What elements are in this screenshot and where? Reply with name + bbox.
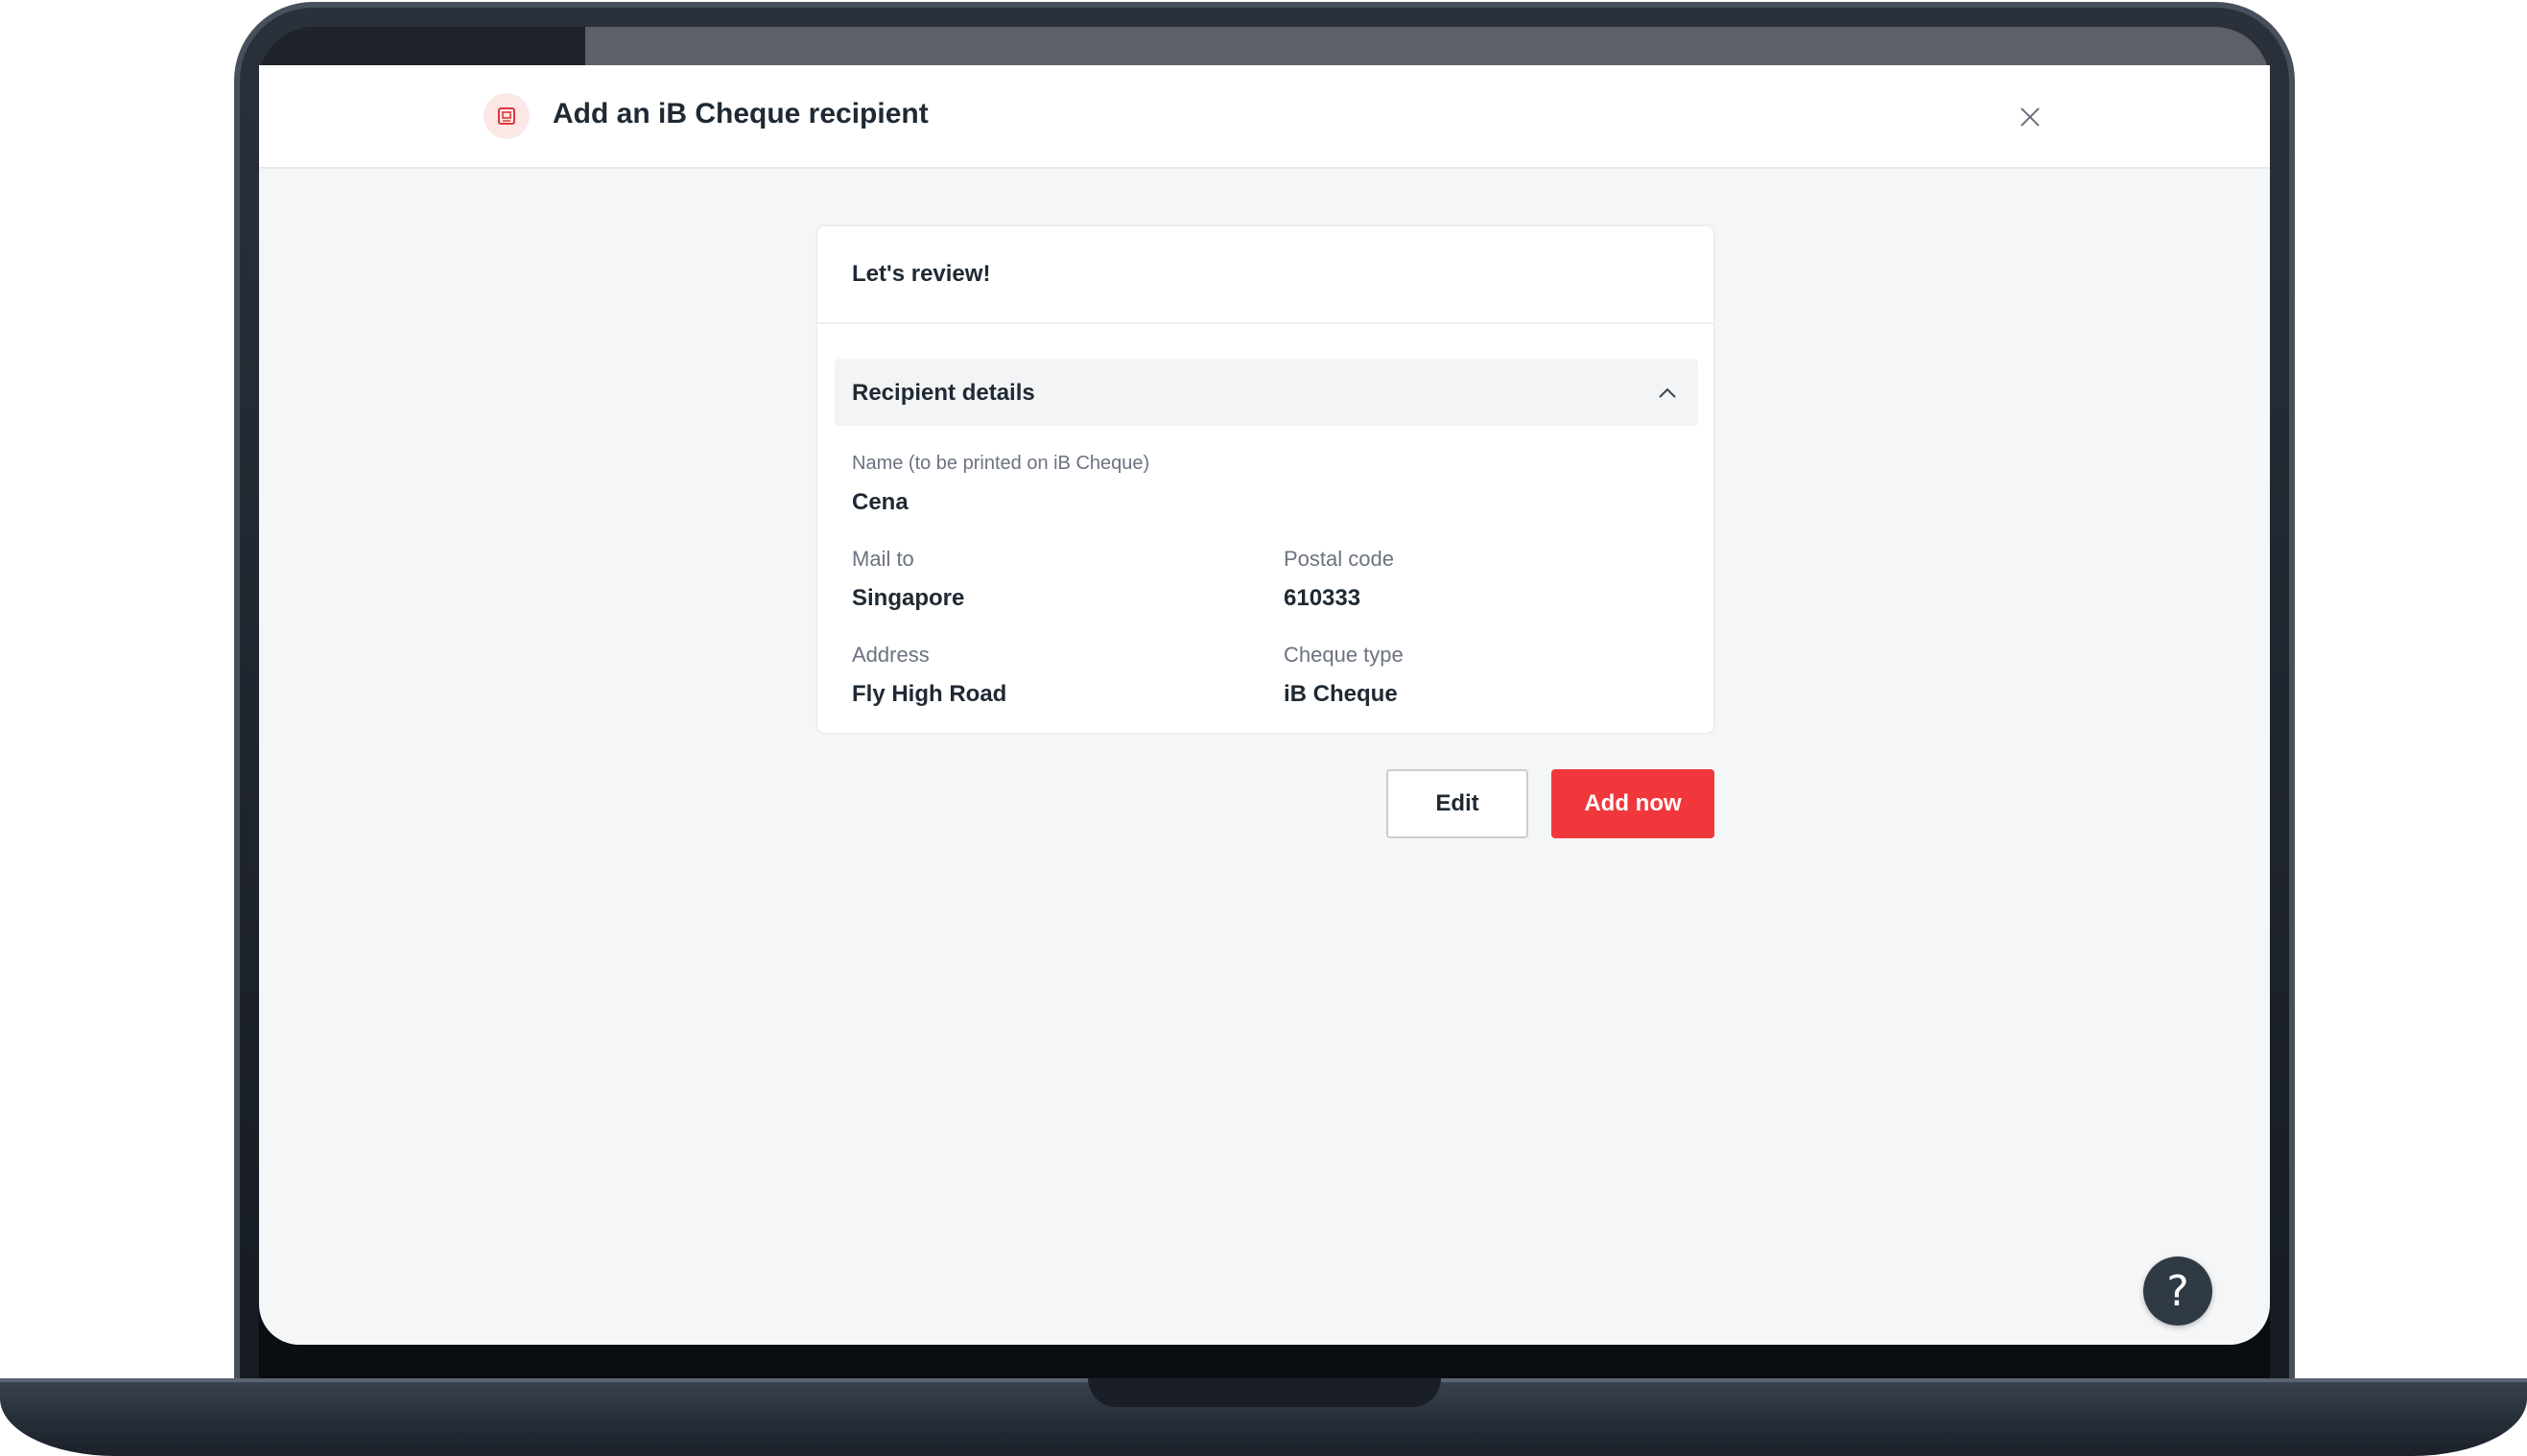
review-card: Let's review! Recipient details Name (to… (815, 224, 1715, 735)
name-label: Name (to be printed on iB Cheque) (852, 453, 1150, 474)
background-logo (286, 35, 401, 63)
cheque-type-value: iB Cheque (1284, 681, 1398, 707)
modal-title: Add an iB Cheque recipient (553, 98, 929, 129)
cheque-icon (484, 93, 530, 139)
edit-button[interactable]: Edit (1386, 769, 1528, 838)
add-now-button[interactable]: Add now (1551, 769, 1714, 838)
mail-to-value: Singapore (852, 585, 965, 611)
close-icon[interactable] (2015, 102, 2045, 132)
section-title: Recipient details (852, 380, 1035, 406)
laptop-notch (1088, 1378, 1441, 1407)
address-value: Fly High Road (852, 681, 1007, 707)
background-window-overlay (585, 27, 2270, 67)
background-window-bar (259, 27, 585, 67)
help-icon[interactable]: ? (2143, 1256, 2212, 1326)
divider (817, 322, 1713, 324)
laptop-mockup: Add an iB Cheque recipient Let's review!… (0, 0, 2527, 1456)
postal-code-value: 610333 (1284, 585, 1361, 611)
modal-header: Add an iB Cheque recipient (259, 65, 2270, 169)
cheque-type-label: Cheque type (1284, 643, 1404, 667)
name-value: Cena (852, 489, 909, 515)
postal-code-label: Postal code (1284, 547, 1394, 571)
address-label: Address (852, 643, 930, 667)
mail-to-label: Mail to (852, 547, 914, 571)
recipient-details-toggle[interactable]: Recipient details (835, 359, 1698, 426)
review-title: Let's review! (852, 261, 991, 287)
modal-window: Add an iB Cheque recipient Let's review!… (259, 65, 2270, 1345)
chevron-up-icon (1656, 382, 1679, 405)
